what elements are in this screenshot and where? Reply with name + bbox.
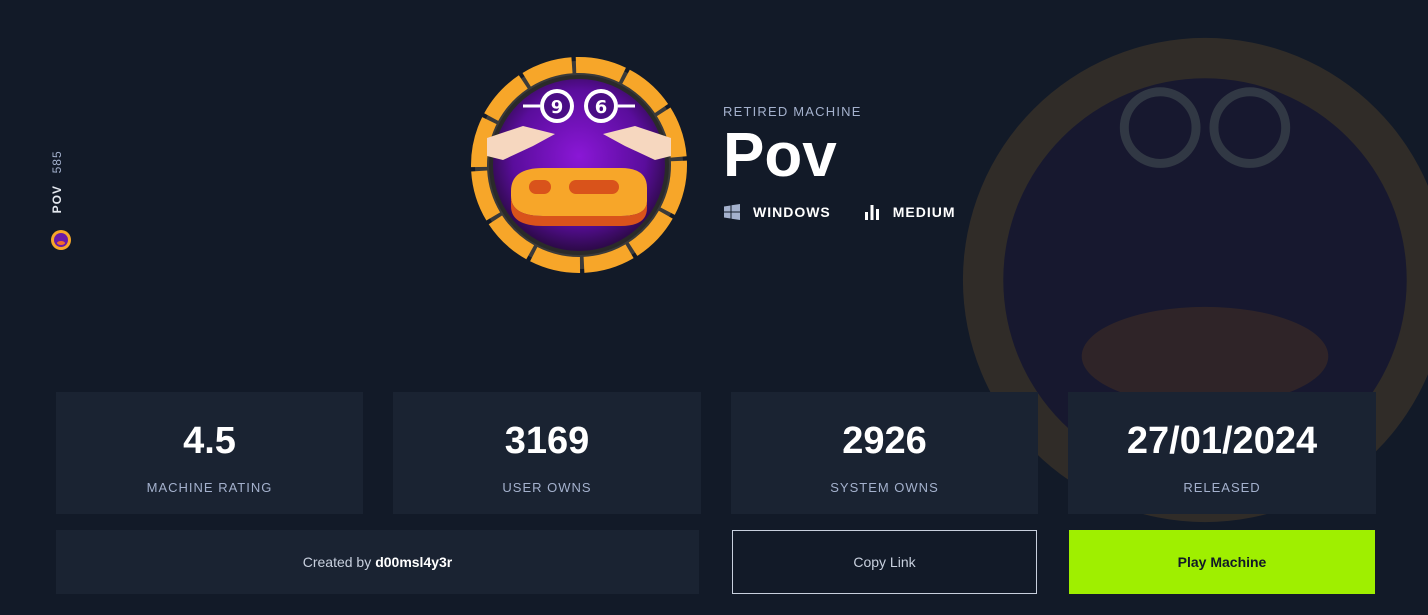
stat-card-system-owns: 2926 SYSTEM OWNS [731,392,1038,514]
svg-text:9: 9 [551,97,564,118]
machine-badge-icon [51,230,71,250]
machine-meta-row: WINDOWS MEDIUM [723,203,988,221]
difficulty-bars-icon [864,205,879,220]
machine-name: Pov [723,121,837,190]
creator-prefix: Created by [302,554,372,570]
svg-text:6: 6 [595,97,608,118]
stat-label: USER OWNS [502,480,592,495]
stat-card-user-owns: 3169 USER OWNS [393,392,701,514]
stat-label: RELEASED [1183,480,1261,495]
stat-label: SYSTEM OWNS [830,480,939,495]
creator-info: Created by d00msl4y3r [56,530,699,594]
os-info: WINDOWS [723,203,831,221]
play-machine-button[interactable]: Play Machine [1069,530,1375,594]
stat-card-released: 27/01/2024 RELEASED [1068,392,1376,514]
machine-status-label: RETIRED MACHINE [723,104,862,119]
os-name: WINDOWS [753,204,831,220]
stat-label: MACHINE RATING [146,480,273,495]
stat-value: 3169 [504,420,590,462]
machine-profile-page: POV 585 9 6 RETIRED MACHINE Pov WINDOWS … [0,0,1428,615]
difficulty-info: MEDIUM [863,203,956,221]
side-machine-number: 585 [50,150,64,174]
windows-icon [724,204,740,220]
machine-avatar-image: 9 6 [471,57,687,273]
stat-value: 4.5 [183,420,236,462]
machine-title-block: RETIRED MACHINE Pov WINDOWS MEDIUM [723,104,988,221]
copy-link-button[interactable]: Copy Link [732,530,1037,594]
stat-value: 27/01/2024 [1126,420,1318,462]
creator-name-link[interactable]: d00msl4y3r [375,554,452,570]
difficulty-label: MEDIUM [892,204,956,220]
side-machine-name: POV [50,185,64,214]
stat-card-rating: 4.5 MACHINE RATING [56,392,363,514]
stat-value: 2926 [842,420,927,462]
